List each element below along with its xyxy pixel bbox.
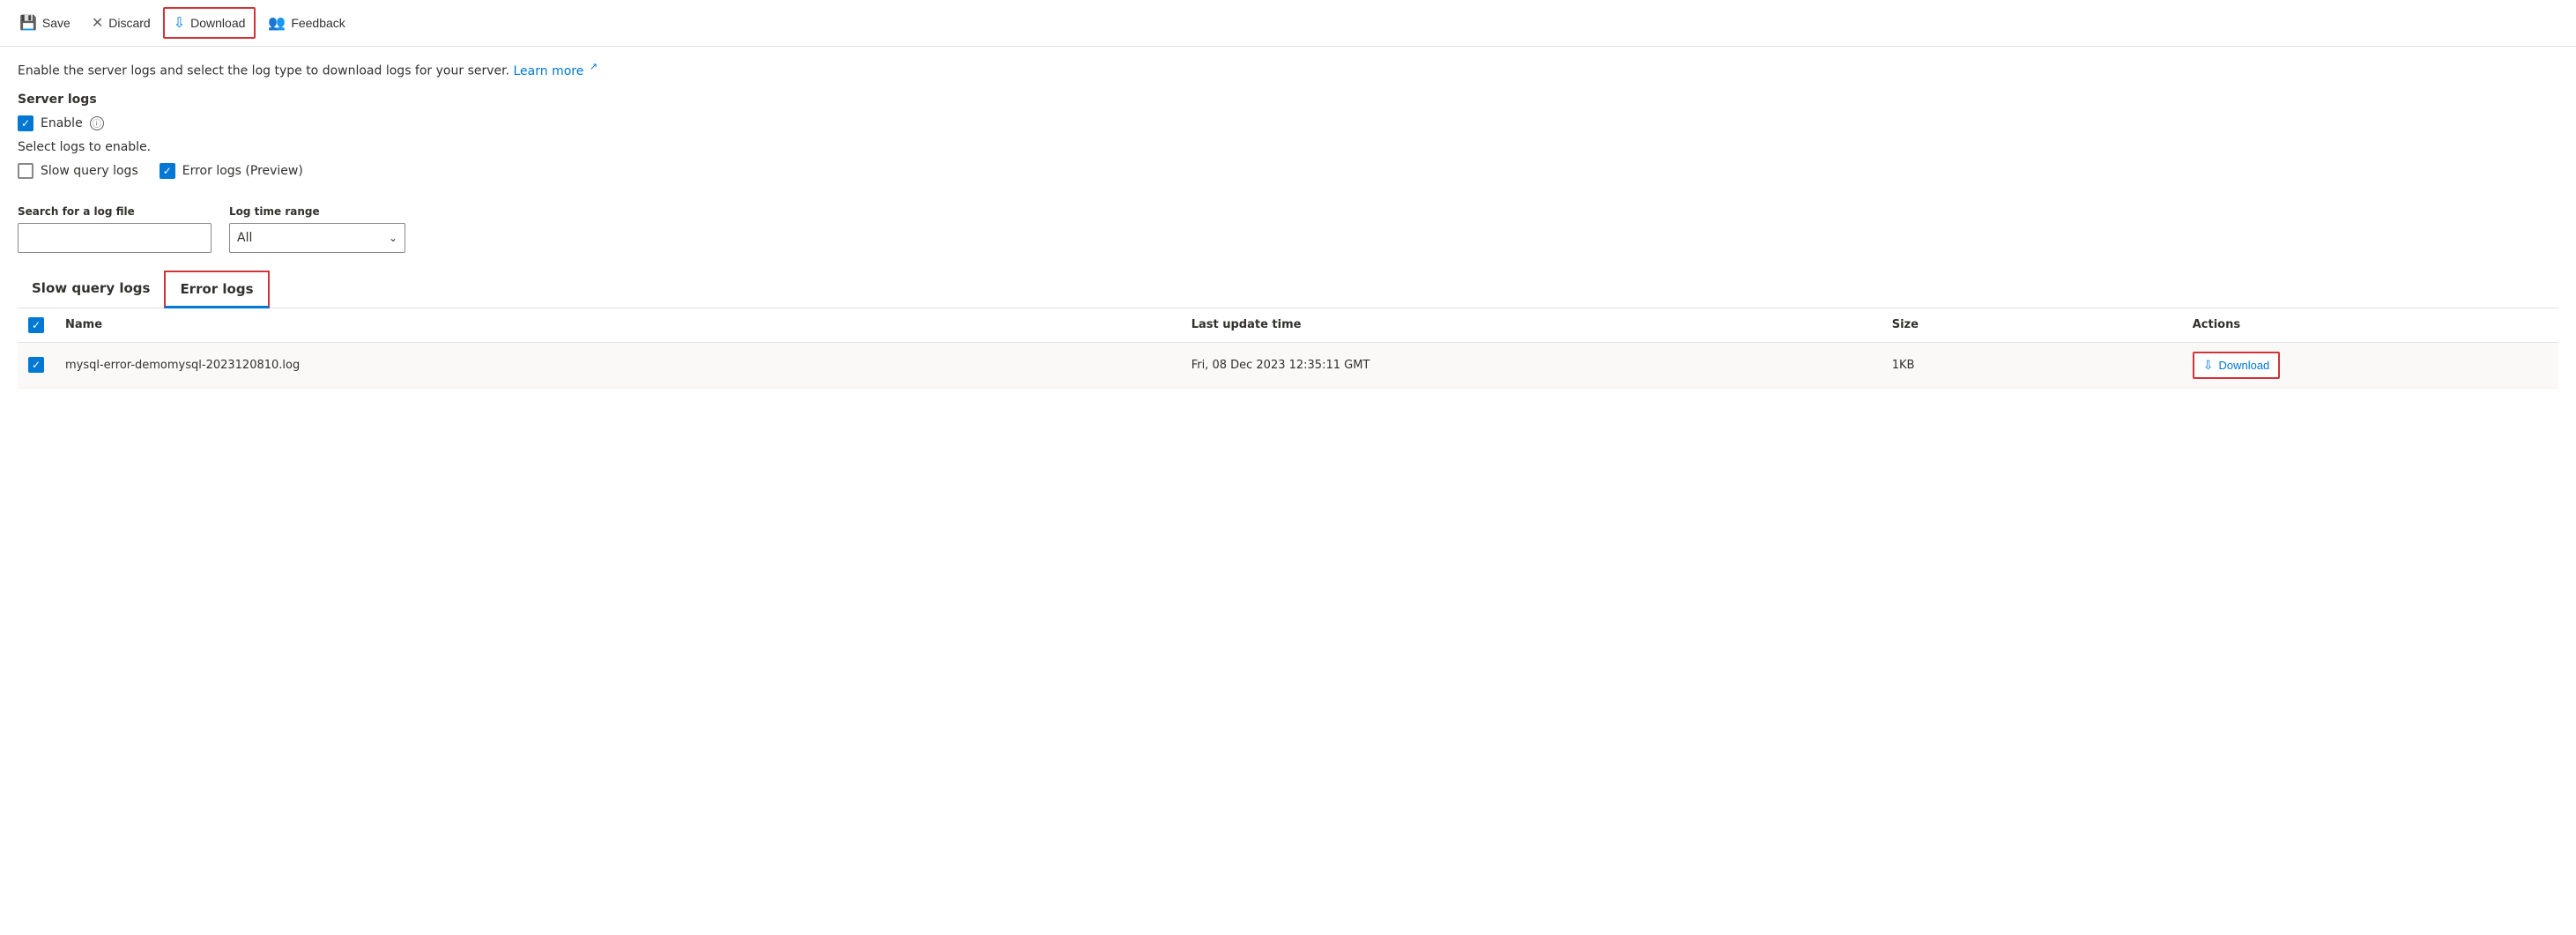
row-download-button[interactable]: ⇩ Download bbox=[2193, 352, 2281, 379]
error-logs-label: Error logs (Preview) bbox=[182, 164, 303, 178]
table-header: ✓ Name Last update time Size Actions bbox=[18, 308, 2558, 343]
main-content: Enable the server logs and select the lo… bbox=[0, 47, 2576, 403]
select-all-checkmark: ✓ bbox=[32, 320, 41, 330]
tab-slow-query-logs-label: Slow query logs bbox=[32, 280, 150, 296]
header-name: Name bbox=[55, 308, 1181, 343]
enable-checkbox[interactable]: ✓ bbox=[18, 115, 33, 131]
row-last-update: Fri, 08 Dec 2023 12:35:11 GMT bbox=[1181, 342, 1882, 388]
slow-query-label: Slow query logs bbox=[41, 164, 138, 178]
tab-slow-query-logs[interactable]: Slow query logs bbox=[18, 271, 164, 308]
log-type-row: Slow query logs ✓ Error logs (Preview) bbox=[18, 163, 2558, 188]
download-toolbar-button[interactable]: ⇩ Download bbox=[163, 7, 256, 39]
tab-error-logs-label: Error logs bbox=[180, 281, 253, 297]
slow-query-checkbox-row: Slow query logs bbox=[18, 163, 138, 179]
error-logs-checkmark: ✓ bbox=[163, 166, 172, 176]
header-size: Size bbox=[1882, 308, 2182, 343]
slow-query-checkbox[interactable] bbox=[18, 163, 33, 179]
header-last-update: Last update time bbox=[1181, 308, 1882, 343]
time-range-dropdown[interactable]: All ⌄ bbox=[229, 223, 405, 253]
discard-icon: ✕ bbox=[92, 14, 103, 32]
time-range-filter-group: Log time range All ⌄ bbox=[229, 205, 405, 253]
feedback-icon: 👥 bbox=[268, 14, 286, 32]
download-toolbar-label: Download bbox=[190, 16, 245, 30]
select-all-checkbox[interactable]: ✓ bbox=[28, 317, 44, 333]
error-logs-checkbox-row: ✓ Error logs (Preview) bbox=[160, 163, 303, 179]
row-checkbox[interactable]: ✓ bbox=[28, 357, 44, 373]
search-filter-group: Search for a log file bbox=[18, 205, 212, 253]
save-button[interactable]: 💾 Save bbox=[11, 9, 79, 37]
enable-checkbox-row: ✓ Enable ⓘ bbox=[18, 115, 2558, 131]
table-body: ✓ mysql-error-demomysql-2023120810.log F… bbox=[18, 342, 2558, 388]
row-download-icon: ⇩ bbox=[2203, 358, 2214, 373]
enable-checkmark: ✓ bbox=[21, 118, 30, 129]
save-label: Save bbox=[42, 16, 71, 30]
tab-error-logs[interactable]: Error logs bbox=[164, 271, 269, 308]
row-actions-cell: ⇩ Download bbox=[2182, 342, 2558, 388]
row-size: 1KB bbox=[1882, 342, 2182, 388]
info-description: Enable the server logs and select the lo… bbox=[18, 61, 2558, 78]
row-checkmark: ✓ bbox=[32, 360, 41, 370]
toolbar: 💾 Save ✕ Discard ⇩ Download 👥 Feedback bbox=[0, 0, 2576, 47]
select-logs-label: Select logs to enable. bbox=[18, 140, 2558, 154]
header-select-all[interactable]: ✓ bbox=[18, 308, 55, 343]
feedback-label: Feedback bbox=[291, 16, 345, 30]
save-icon: 💾 bbox=[19, 14, 37, 32]
time-range-value: All bbox=[237, 231, 252, 245]
enable-info-icon[interactable]: ⓘ bbox=[90, 116, 104, 130]
log-table: ✓ Name Last update time Size Actions ✓ m… bbox=[18, 308, 2558, 389]
discard-label: Discard bbox=[108, 16, 150, 30]
row-checkbox-cell[interactable]: ✓ bbox=[18, 342, 55, 388]
external-link-icon: ↗ bbox=[590, 61, 598, 72]
filter-row: Search for a log file Log time range All… bbox=[18, 205, 2558, 253]
server-logs-title: Server logs bbox=[18, 93, 2558, 107]
table-row: ✓ mysql-error-demomysql-2023120810.log F… bbox=[18, 342, 2558, 388]
error-logs-checkbox[interactable]: ✓ bbox=[160, 163, 175, 179]
feedback-button[interactable]: 👥 Feedback bbox=[259, 9, 353, 37]
enable-label: Enable bbox=[41, 116, 83, 130]
tabs-row: Slow query logs Error logs bbox=[18, 271, 2558, 308]
search-input[interactable] bbox=[18, 223, 212, 253]
download-toolbar-icon: ⇩ bbox=[174, 14, 185, 32]
header-actions: Actions bbox=[2182, 308, 2558, 343]
search-label: Search for a log file bbox=[18, 205, 212, 218]
row-download-label: Download bbox=[2218, 359, 2269, 372]
learn-more-link[interactable]: Learn more ↗ bbox=[514, 64, 598, 78]
chevron-down-icon: ⌄ bbox=[389, 232, 397, 244]
row-name: mysql-error-demomysql-2023120810.log bbox=[55, 342, 1181, 388]
discard-button[interactable]: ✕ Discard bbox=[83, 9, 160, 37]
time-range-label: Log time range bbox=[229, 205, 405, 218]
